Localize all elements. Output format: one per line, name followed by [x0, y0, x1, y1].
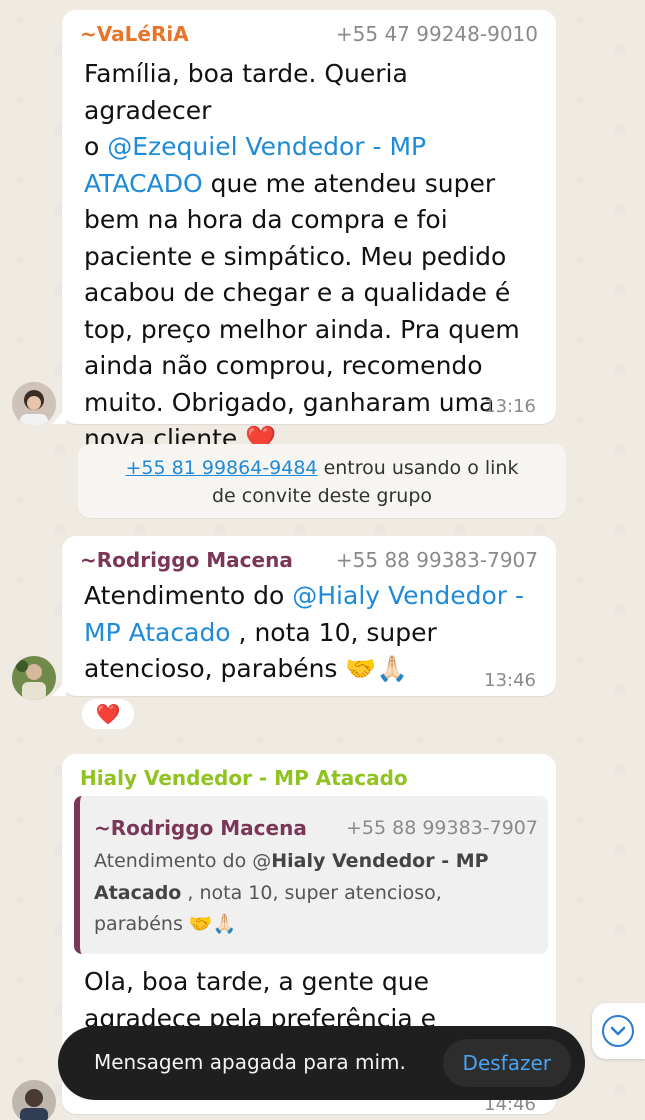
message-header: Hialy Vendedor - MP Atacado	[80, 766, 538, 792]
quoted-sender: ~Rodriggo Macena	[94, 816, 307, 840]
sender-name[interactable]: ~VaLéRiA	[80, 22, 189, 46]
avatar-rodriggo[interactable]	[12, 656, 56, 700]
quoted-message[interactable]: ~Rodriggo Macena +55 88 99383-7907 Atend…	[74, 796, 548, 954]
system-line: +55 81 99864-9484 entrou usando o link	[125, 457, 519, 479]
text-line: Atacado , nota 10, super atencioso,	[94, 881, 442, 904]
mention-link[interactable]: @Hialy Vendedor -	[292, 581, 524, 610]
text-line: ATACADO que me atendeu super	[84, 168, 496, 198]
avatar-valeria[interactable]	[12, 382, 56, 426]
text-line: parabéns 🤝🙏🏻	[94, 913, 237, 935]
message-bubble-valeria[interactable]: ~VaLéRiA +55 47 99248-9010 Família, boa …	[52, 10, 556, 453]
message-bubble-rodriggo[interactable]: ~Rodriggo Macena +55 88 99383-7907 Atend…	[52, 536, 556, 696]
chevron-down-icon	[602, 1015, 634, 1047]
message-text: Atendimento do @Hialy Vendedor - MP Atac…	[84, 578, 534, 688]
text-line: ainda não comprou, recomendo	[84, 351, 483, 380]
message-header: ~Rodriggo Macena +55 88 99383-7907	[80, 548, 538, 574]
text-line: Atendimento do @Hialy Vendedor - MP	[94, 850, 489, 872]
text-line: Atendimento do @Hialy Vendedor -	[84, 581, 525, 610]
text-line: Ola, boa tarde, a gente que	[84, 967, 429, 996]
text-line: o @Ezequiel Vendedor - MP	[84, 132, 427, 161]
mention-link[interactable]: MP Atacado	[84, 618, 231, 647]
text-line: atencioso, parabéns 🤝🙏🏻	[84, 654, 408, 683]
phone-link[interactable]: +55 81 99864-9484	[126, 457, 318, 479]
undo-button[interactable]: Desfazer	[442, 1039, 571, 1087]
text-line: paciente e simpático. Meu pedido	[84, 241, 507, 271]
avatar-rodriggo-image	[12, 656, 56, 700]
sender-phone: +55 47 99248-9010	[335, 22, 538, 46]
reaction-heart[interactable]: ❤️	[80, 697, 136, 731]
message-header: ~VaLéRiA +55 47 99248-9010	[80, 22, 538, 48]
message-text: Família, boa tarde. Queria agradecer o @…	[84, 56, 534, 458]
text-line: MP Atacado , nota 10, super	[84, 617, 437, 647]
sender-name[interactable]: Hialy Vendedor - MP Atacado	[80, 766, 408, 790]
quoted-phone: +55 88 99383-7907	[345, 817, 538, 839]
text-line: Família, boa tarde. Queria agradecer	[84, 59, 408, 125]
quoted-text: Atendimento do @Hialy Vendedor - MP Atac…	[94, 846, 534, 941]
avatar-hialy[interactable]	[12, 1080, 56, 1120]
system-message: +55 81 99864-9484 entrou usando o link d…	[78, 444, 566, 518]
text-line: muito. Obrigado, ganharam uma	[84, 387, 495, 417]
toast-message: Mensagem apagada para mim.	[94, 1050, 406, 1074]
message-time: 13:46	[484, 670, 536, 691]
mention-link[interactable]: ATACADO	[84, 169, 203, 198]
avatar-hialy-image	[12, 1080, 56, 1120]
scroll-to-bottom-button[interactable]	[592, 1003, 645, 1059]
system-line: de convite deste grupo	[211, 485, 433, 507]
text-line: bem na hora da compra e foi	[84, 205, 448, 234]
undo-toast: Mensagem apagada para mim. Desfazer	[58, 1026, 585, 1100]
text-line: acabou de chegar e a qualidade é	[84, 278, 511, 307]
sender-phone: +55 88 99383-7907	[335, 548, 538, 572]
avatar-valeria-image	[12, 382, 56, 426]
message-time: 13:16	[484, 396, 536, 417]
mention-link[interactable]: @Ezequiel Vendedor - MP	[107, 132, 426, 161]
sender-name[interactable]: ~Rodriggo Macena	[80, 548, 293, 572]
text-line: top, preço melhor ainda. Pra quem	[84, 314, 520, 344]
